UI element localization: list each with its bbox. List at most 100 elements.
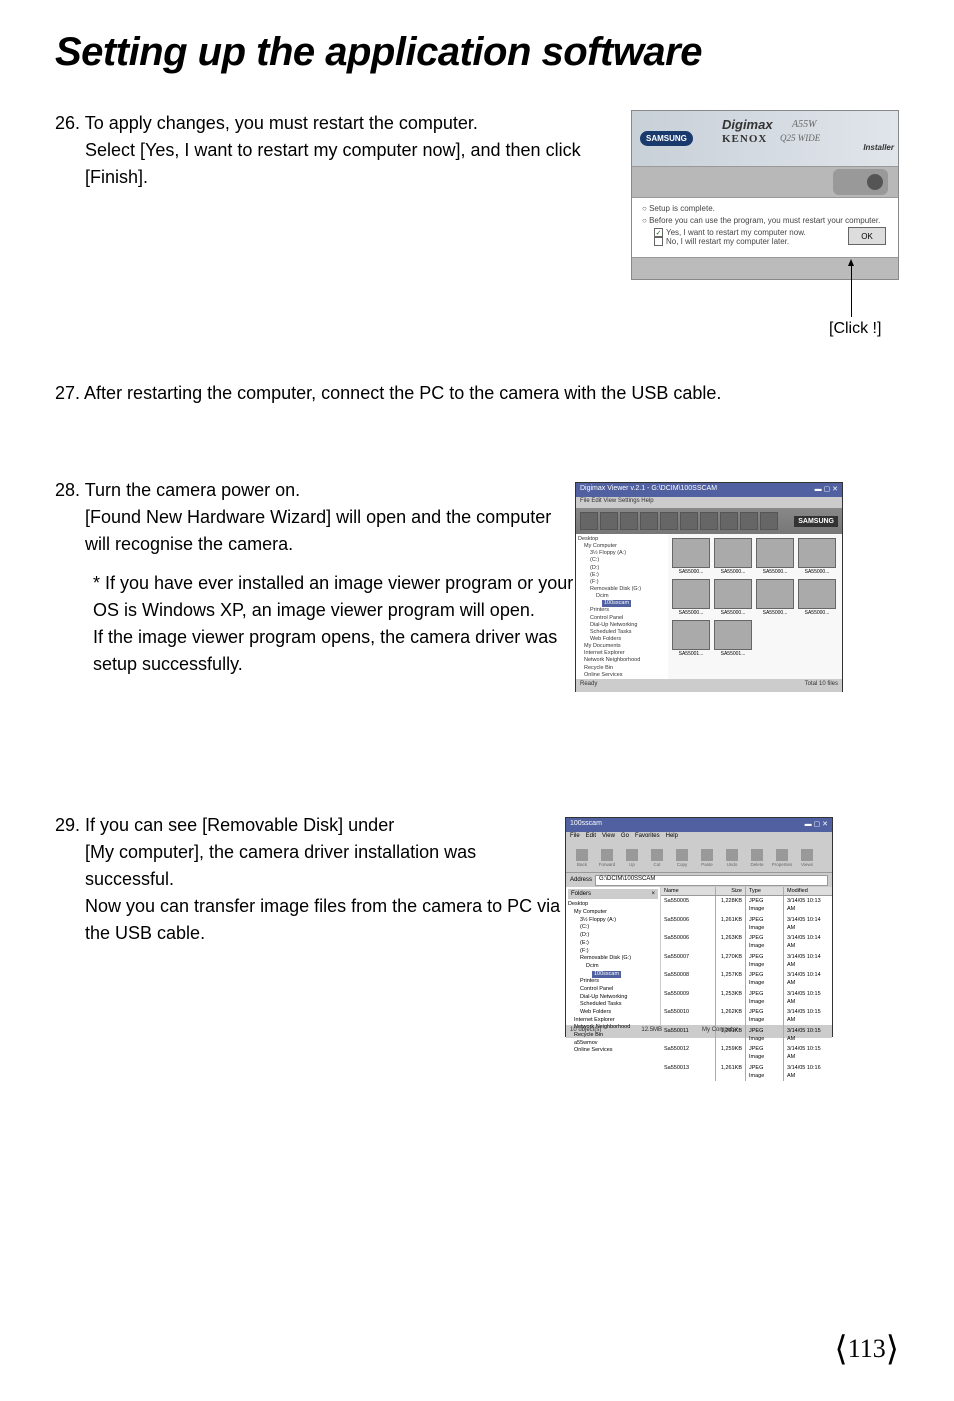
toolbar-btn[interactable] (680, 512, 698, 530)
menu-go[interactable]: Go (621, 833, 629, 842)
tree-f[interactable]: (F:) (578, 579, 666, 586)
thumbnail[interactable]: SA55000... (714, 538, 752, 575)
list-header[interactable]: Name Size Type Modified (661, 887, 832, 896)
ok-button[interactable]: OK (848, 227, 886, 245)
list-item[interactable]: Sa5500091,253KBJPEG Image3/14/05 10:15 A… (661, 989, 832, 1008)
tree-removable[interactable]: Removable Disk (G:) (568, 955, 658, 963)
menu-edit[interactable]: Edit (586, 833, 596, 842)
thumbnail[interactable]: SA55000... (756, 579, 794, 616)
tree-dcim[interactable]: Dcim (568, 963, 658, 971)
tree-removable[interactable]: Removable Disk (G:) (578, 586, 666, 593)
toolbar-btn[interactable] (600, 512, 618, 530)
checkbox-unchecked-icon (654, 237, 663, 246)
tree-mycomputer[interactable]: My Computer (568, 909, 658, 917)
toolbar-btn[interactable] (580, 512, 598, 530)
tree-e[interactable]: (E:) (568, 940, 658, 948)
tree-c[interactable]: (C:) (568, 924, 658, 932)
toolbar-btn[interactable] (640, 512, 658, 530)
explorer-list[interactable]: Name Size Type Modified Sa5500051,228KBJ… (661, 887, 832, 1025)
thumbnail[interactable]: SA55000... (714, 579, 752, 616)
list-item[interactable]: Sa5500061,261KBJPEG Image3/14/05 10:14 A… (661, 915, 832, 934)
tree-recycle[interactable]: Recycle Bin (578, 665, 666, 672)
tree-sscam[interactable]: 100sscam (578, 600, 666, 607)
window-controls-icon[interactable]: ▬ ▢ ✕ (805, 820, 828, 830)
tree-ie[interactable]: Internet Explorer (568, 1017, 658, 1025)
tree-d[interactable]: (D:) (578, 565, 666, 572)
step-28-sub2: If the image viewer program opens, the c… (93, 627, 557, 674)
explorer-tree[interactable]: Folders× Desktop My Computer 3½ Floppy (… (566, 887, 661, 1025)
tree-control[interactable]: Control Panel (568, 986, 658, 994)
toolbar-btn[interactable] (620, 512, 638, 530)
thumbnail[interactable]: SA55000... (672, 538, 710, 575)
undo-button[interactable]: Undo (720, 845, 744, 871)
toolbar-btn[interactable] (760, 512, 778, 530)
menu-favorites[interactable]: Favorites (635, 833, 660, 842)
back-button[interactable]: Back (570, 845, 594, 871)
list-item[interactable]: Sa5500111,261KBJPEG Image3/14/05 10:15 A… (661, 1026, 832, 1045)
copy-button[interactable]: Copy (670, 845, 694, 871)
col-name[interactable]: Name (661, 887, 716, 895)
tree-webfolders[interactable]: Web Folders (578, 636, 666, 643)
paste-button[interactable]: Paste (695, 845, 719, 871)
list-item[interactable]: Sa5500071,270KBJPEG Image3/14/05 10:14 A… (661, 952, 832, 971)
tree-scheduled[interactable]: Scheduled Tasks (568, 1001, 658, 1009)
tree-printers[interactable]: Printers (578, 607, 666, 614)
window-controls-icon[interactable]: ▬ ▢ ✕ (815, 485, 838, 495)
tree-dcim[interactable]: Dcim (578, 593, 666, 600)
tree-dialup[interactable]: Dial-Up Networking (568, 994, 658, 1002)
thumbnail[interactable]: SA55001... (672, 620, 710, 657)
explorer-menubar[interactable]: File Edit View Go Favorites Help (566, 832, 832, 843)
thumbnail[interactable]: SA55000... (672, 579, 710, 616)
list-item[interactable]: Sa5500121,259KBJPEG Image3/14/05 10:15 A… (661, 1044, 832, 1063)
list-item[interactable]: Sa5500051,228KBJPEG Image3/14/05 10:13 A… (661, 896, 832, 915)
tree-online[interactable]: Online Services (578, 672, 666, 679)
tree-sscam[interactable]: 100sscam (568, 971, 658, 979)
tree-floppy[interactable]: 3½ Floppy (A:) (578, 550, 666, 557)
tree-c[interactable]: (C:) (578, 557, 666, 564)
list-item[interactable]: Sa5500081,257KBJPEG Image3/14/05 10:14 A… (661, 970, 832, 989)
col-type[interactable]: Type (746, 887, 784, 895)
tree-mydocs[interactable]: My Documents (578, 643, 666, 650)
tree-a55wmov[interactable]: a55wmov (568, 1040, 658, 1048)
viewer-tree[interactable]: Desktop My Computer 3½ Floppy (A:) (C:) … (576, 534, 668, 679)
toolbar-btn[interactable] (700, 512, 718, 530)
tree-desktop[interactable]: Desktop (578, 536, 666, 543)
menu-help[interactable]: Help (666, 833, 678, 842)
thumbnail[interactable]: SA55000... (798, 579, 836, 616)
col-modified[interactable]: Modified (784, 887, 832, 895)
menu-view[interactable]: View (602, 833, 615, 842)
col-size[interactable]: Size (716, 887, 746, 895)
menu-file[interactable]: File (570, 833, 580, 842)
close-icon[interactable]: × (651, 890, 655, 898)
thumbnail[interactable]: SA55001... (714, 620, 752, 657)
list-item[interactable]: Sa5500131,261KBJPEG Image3/14/05 10:16 A… (661, 1063, 832, 1082)
tree-control[interactable]: Control Panel (578, 615, 666, 622)
list-item[interactable]: Sa5500101,262KBJPEG Image3/14/05 10:15 A… (661, 1007, 832, 1026)
up-button[interactable]: Up (620, 845, 644, 871)
tree-ie[interactable]: Internet Explorer (578, 650, 666, 657)
thumbnail[interactable]: SA55000... (756, 538, 794, 575)
forward-button[interactable]: Forward (595, 845, 619, 871)
properties-button[interactable]: Properties (770, 845, 794, 871)
toolbar-btn[interactable] (660, 512, 678, 530)
tree-desktop[interactable]: Desktop (568, 901, 658, 909)
views-button[interactable]: Views (795, 845, 819, 871)
tree-network[interactable]: Network Neighborhood (578, 657, 666, 664)
tree-printers[interactable]: Printers (568, 978, 658, 986)
toolbar-btn[interactable] (740, 512, 758, 530)
delete-button[interactable]: Delete (745, 845, 769, 871)
address-input[interactable]: G:\DCIM\100SSCAM (595, 875, 828, 886)
viewer-menubar[interactable]: File Edit View Settings Help (576, 497, 842, 508)
tree-e[interactable]: (E:) (578, 572, 666, 579)
tree-d[interactable]: (D:) (568, 932, 658, 940)
tree-dialup[interactable]: Dial-Up Networking (578, 622, 666, 629)
tree-online[interactable]: Online Services (568, 1047, 658, 1055)
cut-button[interactable]: Cut (645, 845, 669, 871)
tree-floppy[interactable]: 3½ Floppy (A:) (568, 917, 658, 925)
tree-f[interactable]: (F:) (568, 948, 658, 956)
tree-scheduled[interactable]: Scheduled Tasks (578, 629, 666, 636)
tree-webfolders[interactable]: Web Folders (568, 1009, 658, 1017)
list-item[interactable]: Sa5500061,263KBJPEG Image3/14/05 10:14 A… (661, 933, 832, 952)
toolbar-btn[interactable] (720, 512, 738, 530)
thumbnail[interactable]: SA55000... (798, 538, 836, 575)
